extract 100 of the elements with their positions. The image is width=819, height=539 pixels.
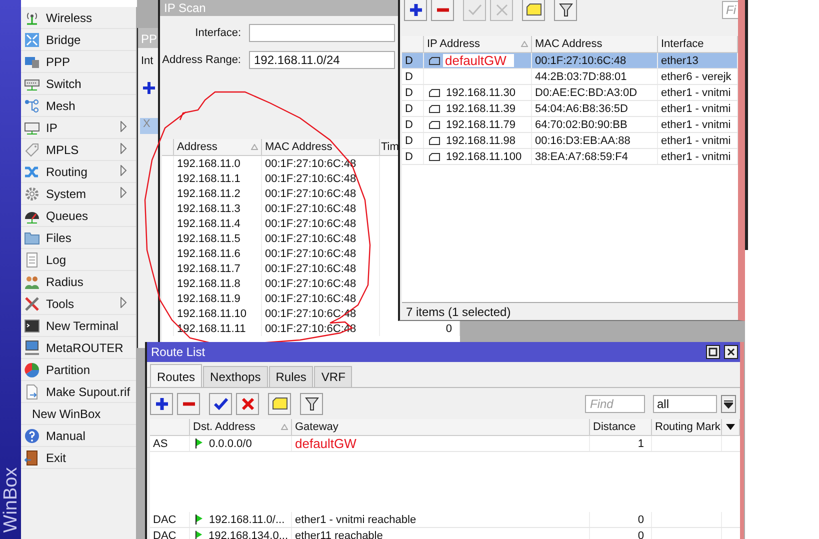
table-cell: 192.168.11.5: [174, 231, 262, 246]
column-header[interactable]: Tim: [380, 139, 400, 155]
tab[interactable]: Rules: [268, 366, 314, 387]
comment-button[interactable]: [522, 0, 545, 21]
menu-item[interactable]: Switch: [21, 73, 136, 95]
folder-icon: [24, 230, 40, 246]
disable-button[interactable]: [236, 393, 259, 415]
submenu-arrow-icon: [120, 165, 127, 176]
column-header[interactable]: Gateway: [292, 419, 590, 435]
table-row[interactable]: D 192.168.11.100 38:EA:A7:68:59:F4 ether1 - vnitmi: [402, 149, 738, 165]
table-cell: ether1 - vnitmi: [658, 133, 738, 148]
card-icon: [429, 56, 440, 64]
people-icon: [24, 274, 40, 290]
table-row[interactable]: D 192.168.11.79 64:70:02:B0:90:BB ether1 - vnitmi: [402, 117, 738, 133]
field-label: Interface:: [194, 27, 241, 39]
nodes-icon: [24, 98, 40, 114]
menu-item[interactable]: MetaROUTER: [21, 337, 136, 359]
menu-item[interactable]: Make Supout.rif: [21, 381, 136, 403]
column-header[interactable]: Address: [174, 139, 262, 155]
column-header[interactable]: MAC Address: [532, 36, 658, 52]
menu-item[interactable]: Queues: [21, 205, 136, 227]
enable-button[interactable]: [209, 393, 232, 415]
submenu-arrow-icon: [120, 297, 127, 308]
gear-icon: [24, 186, 40, 202]
column-header[interactable]: Interface: [658, 36, 738, 52]
menu-item[interactable]: Radius: [21, 271, 136, 293]
add-button[interactable]: [150, 393, 173, 415]
filter-icon: [304, 397, 318, 411]
input-field[interactable]: [249, 24, 395, 42]
sort-icon: [521, 41, 528, 47]
menu-item[interactable]: IP: [21, 117, 136, 139]
column-menu-icon[interactable]: [726, 424, 735, 430]
table-cell: 00:1F:27:10:6C:48: [262, 216, 380, 231]
table-row[interactable]: D 44:2B:03:7D:88:01 ether6 - verejk: [402, 69, 738, 85]
table-cell: D: [402, 101, 424, 116]
menu-item[interactable]: Manual: [21, 425, 136, 447]
column-header[interactable]: IP Address: [424, 36, 532, 52]
table-cell-text: 192.168.11.30: [445, 86, 517, 98]
table-cell-text: 192.168.11.100: [445, 150, 523, 162]
menu-item[interactable]: Tools: [21, 293, 136, 315]
menu-item[interactable]: Bridge: [21, 29, 136, 51]
remove-button[interactable]: [177, 393, 200, 415]
maximize-icon[interactable]: [706, 345, 720, 359]
dropdown-arrow-icon: [724, 400, 733, 408]
table-row[interactable]: D 192.168.11.39 54:04:A6:B8:36:5D ether1 - vnitmi: [402, 101, 738, 117]
dropdown-button[interactable]: [721, 395, 736, 413]
table-row[interactable]: D defaultGW 00:1F:27:10:6C:48 ether13: [402, 53, 738, 69]
menu-item[interactable]: Mesh: [21, 95, 136, 117]
menu-item[interactable]: Exit: [21, 447, 136, 469]
table-cell: 192.168.11.6: [174, 246, 262, 261]
menu-item[interactable]: New WinBox: [21, 403, 136, 425]
arrows-icon: [24, 32, 40, 48]
table-cell-text: 192.168.11.79: [445, 118, 517, 130]
table-row[interactable]: D 192.168.11.98 00:16:D3:EB:AA:88 ether1 - vnitmi: [402, 133, 738, 149]
remove-button[interactable]: [431, 0, 454, 21]
table-cell: D: [402, 53, 424, 68]
find-field[interactable]: Fi: [722, 1, 738, 19]
column-header[interactable]: Routing Mark: [652, 419, 722, 435]
table-cell: 00:1F:27:10:6C:48: [262, 276, 380, 291]
cross-icon: [240, 397, 254, 411]
table-cell: 38:EA:A7:68:59:F4: [532, 149, 658, 164]
column-header[interactable]: MAC Address: [262, 139, 380, 155]
add-icon[interactable]: [143, 82, 155, 94]
close-icon[interactable]: [724, 345, 738, 359]
note-icon: [526, 3, 542, 17]
tab[interactable]: Int: [141, 55, 154, 67]
menu-item[interactable]: System: [21, 183, 136, 205]
table-cell: 54:04:A6:B8:36:5D: [532, 101, 658, 116]
menu-item[interactable]: MPLS: [21, 139, 136, 161]
plus-icon: [154, 397, 168, 411]
menu-item[interactable]: New Terminal: [21, 315, 136, 337]
menu-item[interactable]: Routing: [21, 161, 136, 183]
menu-item[interactable]: PPP: [21, 51, 136, 73]
comment-button[interactable]: [268, 393, 291, 415]
input-field[interactable]: 192.168.11.0/24: [249, 51, 395, 69]
table-cell: 44:2B:03:7D:88:01: [532, 69, 658, 84]
menu-item[interactable]: Log: [21, 249, 136, 271]
table-cell: ether1 - vnitmi reachable: [292, 512, 590, 527]
menu-item[interactable]: Wireless: [21, 7, 136, 29]
find-field[interactable]: Find: [585, 395, 645, 413]
filter-button[interactable]: [300, 393, 323, 415]
brand-label: WinBox: [0, 467, 23, 533]
tab[interactable]: VRF: [314, 366, 352, 387]
filter-dropdown[interactable]: all: [653, 395, 717, 413]
menu-item[interactable]: Partition: [21, 359, 136, 381]
tab[interactable]: Routes: [150, 364, 202, 387]
flag-icon: [195, 530, 202, 539]
checkmark-icon: [214, 397, 228, 411]
table-cell: AS: [150, 436, 190, 451]
add-button[interactable]: [404, 0, 427, 21]
filter-button[interactable]: [554, 0, 577, 21]
table-cell: D0:AE:EC:BD:A3:0D: [532, 85, 658, 100]
column-header[interactable]: Dst. Address: [190, 419, 292, 435]
table-row[interactable]: D 192.168.11.30 D0:AE:EC:BD:A3:0D ether1 - vnitmi: [402, 85, 738, 101]
table-cell-text: 0.0.0.0/0: [208, 438, 253, 450]
column-header[interactable]: Distance: [590, 419, 652, 435]
table-cell: 192.168.11.7: [174, 261, 262, 276]
menu-item[interactable]: Files: [21, 227, 136, 249]
tab[interactable]: Nexthops: [203, 366, 268, 387]
door-icon: [24, 450, 40, 466]
